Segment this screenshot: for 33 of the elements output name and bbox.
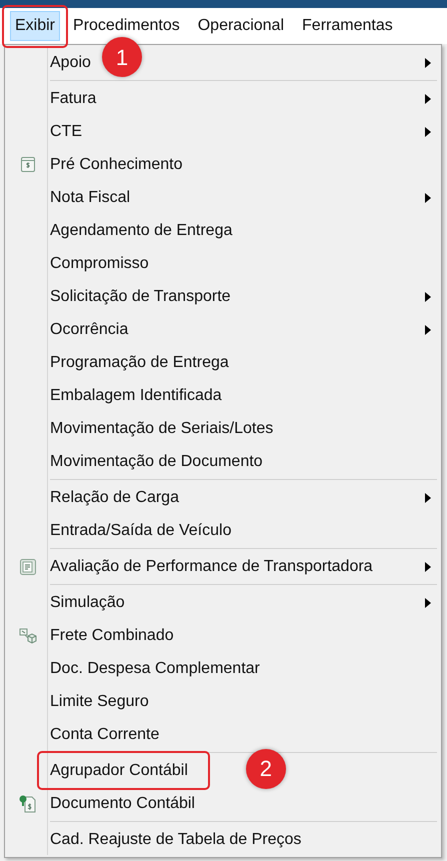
menu-item[interactable]: Fatura	[50, 90, 96, 106]
menu-item[interactable]: Programação de Entrega	[50, 354, 229, 370]
menu-bar-item[interactable]: Ferramentas	[297, 11, 398, 41]
menu-item[interactable]: Avaliação de Performance de Transportadora	[50, 558, 373, 574]
menu-item[interactable]: Embalagem Identificada	[50, 386, 222, 404]
menu-item[interactable]: Ocorrência	[50, 320, 128, 338]
menu-item[interactable]: Simulação	[50, 594, 125, 610]
menu-item[interactable]: Movimentação de Documento	[50, 452, 263, 470]
menu-item[interactable]: Frete Combinado	[50, 626, 174, 644]
menu-bar-item[interactable]: Exibir	[10, 11, 60, 41]
menu-item[interactable]: Entrada/Saída de Veículo	[50, 522, 232, 538]
menu-item[interactable]: Agendamento de Entrega	[50, 222, 232, 238]
menu-item[interactable]: Movimentação de Seriais/Lotes	[50, 420, 274, 436]
menu-item[interactable]: Relação de Carga	[50, 488, 179, 506]
menu-item[interactable]: Limite Seguro	[50, 692, 149, 710]
menu-item[interactable]: Doc. Despesa Complementar	[50, 660, 260, 676]
menu-item[interactable]: Solicitação de Transporte	[50, 288, 231, 304]
menu-item[interactable]: Agrupador Contábil	[50, 762, 188, 778]
menu-item[interactable]: Nota Fiscal	[50, 188, 130, 206]
menu-item[interactable]: CTE	[50, 122, 82, 140]
menu-item[interactable]: Pré Conhecimento	[50, 156, 183, 172]
boxes-icon	[18, 626, 38, 646]
menu-item[interactable]: Conta Corrente	[50, 726, 160, 742]
menu-item[interactable]: Compromisso	[50, 254, 149, 272]
menu-item[interactable]: Documento Contábil	[50, 794, 195, 812]
highlight-frame	[2, 5, 68, 48]
menu-item[interactable]: Apoio	[50, 54, 91, 70]
menu-bar-item[interactable]: Operacional	[192, 11, 290, 41]
menu-item[interactable]: Cad. Reajuste de Tabela de Preços	[50, 830, 302, 848]
step-number-badge: 2	[246, 748, 286, 788]
receipt-icon	[20, 156, 36, 173]
money-document-icon	[18, 794, 38, 814]
report-icon	[18, 558, 36, 576]
